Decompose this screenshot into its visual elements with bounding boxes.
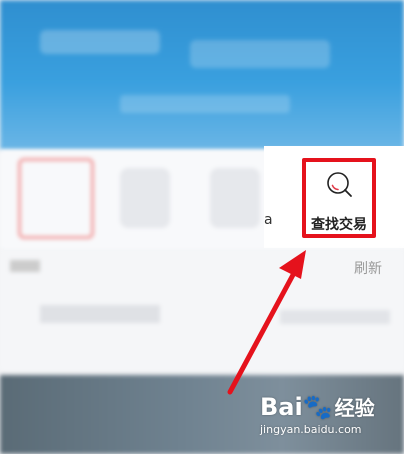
watermark-url: jingyan.baidu.com xyxy=(260,423,362,436)
paw-icon: 🐾 xyxy=(302,393,333,421)
baidu-watermark: Bai🐾 经验 jingyan.baidu.com xyxy=(260,392,400,448)
watermark-brand: Bai🐾 经验 xyxy=(260,393,375,421)
pointer-arrow xyxy=(227,250,306,395)
